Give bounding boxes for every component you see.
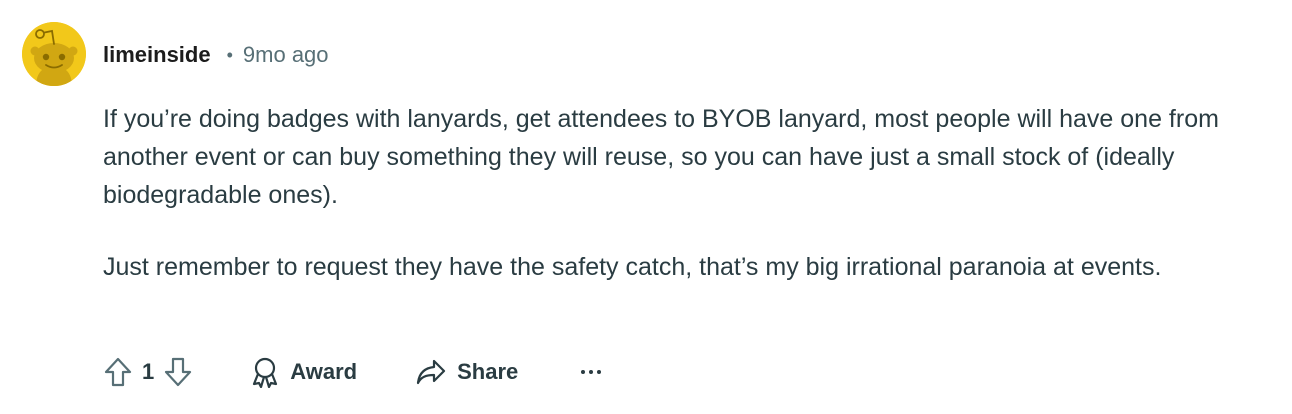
comment-action-bar: 1 Award Share (100, 350, 612, 394)
share-button[interactable]: Share (401, 350, 532, 394)
vote-group: 1 (100, 352, 196, 392)
comment-paragraph: If you’re doing badges with lanyards, ge… (103, 105, 1219, 209)
comment-paragraph: Just remember to request they have the s… (103, 253, 1162, 281)
comment-body: If you’re doing badges with lanyards, ge… (103, 100, 1273, 320)
upvote-button[interactable] (100, 352, 136, 392)
upvote-arrow-icon (104, 357, 132, 387)
award-label: Award (290, 359, 358, 384)
author-name[interactable]: limeinside (103, 42, 211, 68)
comment: limeinside • 9mo ago If you’re doing bad… (0, 0, 1292, 414)
award-button[interactable]: Award (236, 350, 371, 394)
downvote-arrow-icon (165, 357, 192, 387)
meta-separator: • (226, 44, 233, 65)
reddit-snoo-avatar-icon (22, 22, 86, 86)
share-arrow-icon (416, 359, 446, 385)
vote-score: 1 (142, 359, 155, 384)
avatar[interactable] (22, 22, 86, 86)
more-options-button[interactable] (570, 350, 612, 394)
downvote-button[interactable] (160, 352, 196, 392)
award-ribbon-icon (253, 357, 278, 388)
share-label: Share (457, 359, 519, 384)
comment-timestamp[interactable]: 9mo ago (243, 42, 329, 68)
comment-meta: limeinside • 9mo ago (103, 40, 329, 70)
more-options-icon (581, 370, 602, 374)
